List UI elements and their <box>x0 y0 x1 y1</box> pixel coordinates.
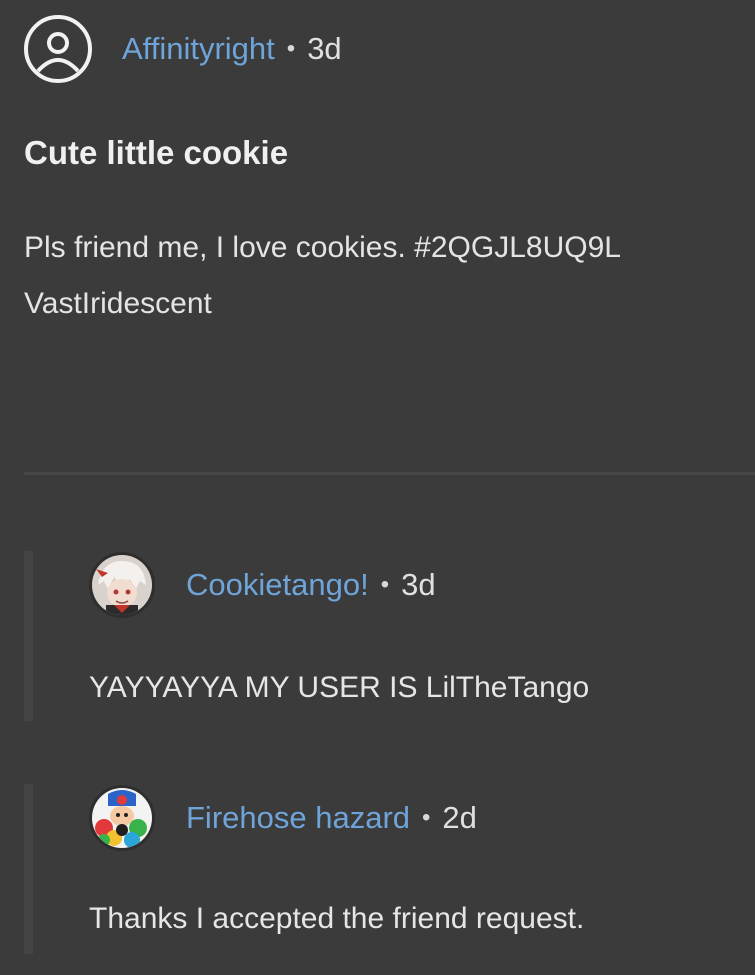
comment-text: YAYYAYYA MY USER IS LilTheTango <box>89 671 590 704</box>
avatar[interactable] <box>89 552 155 618</box>
separator-dot: • <box>286 35 296 62</box>
comment-header: Cookietango! • 3d <box>89 551 436 619</box>
post-body: Pls friend me, I love cookies. #2QGJL8UQ… <box>24 220 724 332</box>
avatar[interactable] <box>89 785 155 851</box>
post-header: Affinityright • 3d <box>24 14 342 84</box>
comment-header: Firehose hazard • 2d <box>89 784 477 852</box>
user-circle-icon[interactable] <box>24 15 92 83</box>
divider <box>24 472 755 475</box>
post-author-link[interactable]: Affinityright <box>122 31 275 67</box>
comment: Cookietango! • 3d YAYYAYYA MY USER IS Li… <box>24 551 755 721</box>
comment-author-link[interactable]: Firehose hazard <box>186 800 410 836</box>
separator-dot: • <box>422 804 431 831</box>
comment-timestamp: 3d <box>401 567 436 602</box>
comment-timestamp: 2d <box>442 800 477 835</box>
post-timestamp: 3d <box>307 31 342 66</box>
comment: Firehose hazard • 2d Thanks I accepted t… <box>24 784 755 954</box>
separator-dot: • <box>380 571 390 598</box>
comment-author-link[interactable]: Cookietango! <box>186 567 369 603</box>
comment-text: Thanks I accepted the friend request. <box>89 902 585 935</box>
post-body-line: VastIridescent <box>24 287 212 320</box>
post-title: Cute little cookie <box>24 134 289 171</box>
post: Affinityright • 3d Cute little cookie Pl… <box>0 0 755 975</box>
post-body-line: Pls friend me, I love cookies. #2QGJL8UQ… <box>24 231 621 264</box>
